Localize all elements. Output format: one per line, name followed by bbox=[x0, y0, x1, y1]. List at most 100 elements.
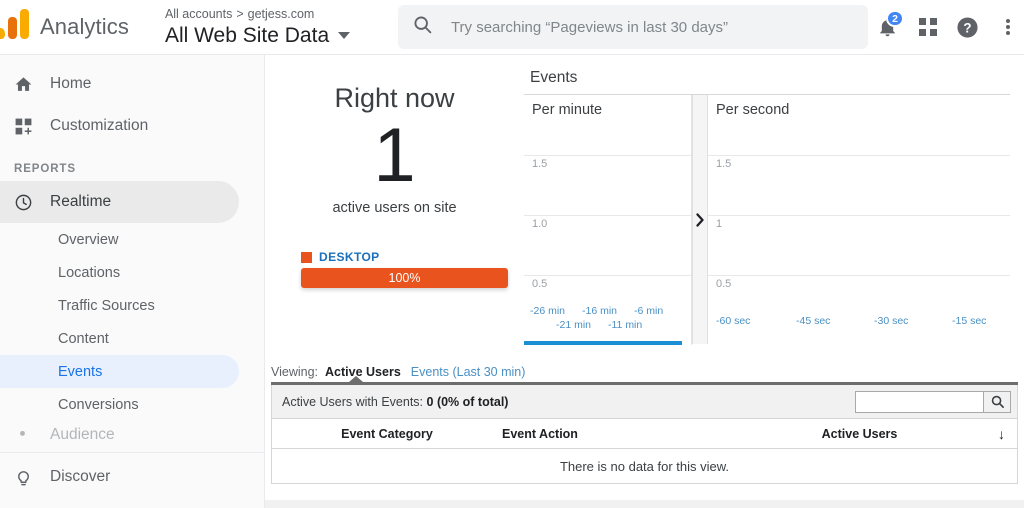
table-header-row: Event Category Event Action Active Users… bbox=[272, 419, 1017, 449]
y-tick-label: 0.5 bbox=[716, 278, 732, 290]
brand-title: Analytics bbox=[40, 14, 129, 39]
tab-events-last-30-min[interactable]: Events (Last 30 min) bbox=[411, 365, 526, 379]
column-header-event-action[interactable]: Event Action bbox=[502, 427, 702, 441]
chart-horizontal-scrollbar[interactable] bbox=[524, 341, 682, 345]
sort-descending-icon[interactable]: ↓ bbox=[998, 426, 1005, 442]
view-name-dropdown[interactable]: All Web Site Data bbox=[165, 23, 380, 49]
sidebar-divider bbox=[0, 452, 264, 453]
account-selector[interactable]: All accounts > getjess.com All Web Site Da… bbox=[165, 6, 380, 49]
help-button[interactable]: ? bbox=[948, 7, 988, 47]
events-table: Active Users with Events: 0 (0% of total… bbox=[271, 385, 1018, 484]
sidebar-item-conversions[interactable]: Conversions bbox=[0, 388, 239, 421]
sidebar-item-customization[interactable]: Customization bbox=[0, 105, 239, 147]
device-share-percent: 100% bbox=[388, 271, 421, 285]
sidebar-item-events[interactable]: Events bbox=[0, 355, 239, 388]
breadcrumb: All accounts > getjess.com bbox=[165, 6, 380, 23]
view-name-label: All Web Site Data bbox=[164, 23, 330, 47]
chevron-right-icon bbox=[696, 212, 704, 227]
table-summary-value: 0 bbox=[426, 394, 434, 409]
search-input[interactable] bbox=[450, 18, 854, 36]
breadcrumb-separator: > bbox=[236, 6, 244, 21]
home-icon bbox=[14, 75, 44, 94]
apps-grid-button[interactable] bbox=[908, 7, 948, 47]
notifications-button[interactable]: 2 bbox=[868, 7, 908, 47]
x-tick-label: -6 min bbox=[634, 305, 664, 317]
search-icon bbox=[412, 14, 433, 40]
breadcrumb-property[interactable]: getjess.com bbox=[248, 7, 315, 21]
apps-grid-icon bbox=[918, 18, 937, 36]
tabs-rule bbox=[271, 376, 1018, 385]
sidebar-item-home[interactable]: Home bbox=[0, 63, 239, 105]
per-second-x-axis: -60 sec -45 sec -30 sec -15 sec bbox=[708, 305, 1010, 339]
events-charts: Per minute 1.5 1.0 0.5 -26 min -21 min -… bbox=[524, 94, 1010, 345]
table-empty-message: There is no data for this view. bbox=[272, 449, 1017, 483]
google-analytics-logo bbox=[0, 9, 34, 45]
sidebar-item-label: Discover bbox=[50, 468, 111, 485]
help-icon: ? bbox=[957, 16, 978, 38]
sidebar-item-traffic-sources[interactable]: Traffic Sources bbox=[0, 289, 239, 322]
sidebar-item-admin[interactable]: Admin bbox=[0, 498, 239, 508]
svg-text:?: ? bbox=[964, 20, 972, 35]
search-icon bbox=[991, 395, 1004, 408]
global-search-box[interactable] bbox=[397, 5, 868, 49]
more-options-button[interactable] bbox=[988, 7, 1024, 47]
x-tick-label: -16 min bbox=[582, 305, 618, 317]
column-header-active-users[interactable]: Active Users ↓ bbox=[702, 426, 1017, 442]
main-content: Right now 1 active users on site DESKTOP… bbox=[265, 55, 1024, 508]
sidebar-item-locations[interactable]: Locations bbox=[0, 256, 239, 289]
per-second-title: Per second bbox=[716, 102, 790, 118]
x-tick-label: -60 sec bbox=[716, 315, 751, 327]
breadcrumb-accounts[interactable]: All accounts bbox=[165, 7, 232, 21]
per-minute-title: Per minute bbox=[532, 102, 603, 118]
active-users-caption: active users on site bbox=[332, 200, 457, 216]
x-tick-label: -26 min bbox=[530, 305, 566, 317]
y-tick-label: 0.5 bbox=[532, 278, 548, 290]
table-search-input[interactable] bbox=[855, 390, 983, 413]
viewing-tabs: Viewing: Active Users Events (Last 30 mi… bbox=[265, 355, 1024, 379]
x-tick-label: -11 min bbox=[608, 319, 643, 331]
sidebar-item-label: Audience bbox=[50, 426, 115, 443]
sidebar-item-content[interactable]: Content bbox=[0, 322, 239, 355]
sidebar-subitem-label: Locations bbox=[58, 264, 121, 281]
sidebar-subitem-label: Conversions bbox=[58, 396, 139, 413]
viewing-label: Viewing: bbox=[271, 365, 319, 379]
sidebar-section-reports: REPORTS bbox=[14, 163, 76, 175]
clock-icon bbox=[14, 193, 44, 212]
active-users-count: 1 bbox=[373, 113, 416, 198]
expand-charts-button[interactable] bbox=[692, 95, 708, 344]
sidebar: Home Customization REPORTS Realtime Over… bbox=[0, 55, 265, 508]
sidebar-item-audience[interactable]: Audience bbox=[0, 421, 239, 449]
header-actions: 2 ? R bbox=[868, 7, 1024, 47]
sidebar-item-label: Customization bbox=[50, 117, 149, 134]
sidebar-subitem-label: Events bbox=[58, 363, 103, 380]
device-legend-label: DESKTOP bbox=[319, 250, 380, 264]
sidebar-subitem-label: Traffic Sources bbox=[58, 297, 155, 314]
footer-strip bbox=[265, 500, 1024, 508]
table-search-button[interactable] bbox=[983, 390, 1011, 413]
y-tick-label: 1.5 bbox=[716, 158, 732, 170]
table-search[interactable] bbox=[855, 390, 1011, 413]
table-summary-note: (0% of total) bbox=[436, 394, 509, 409]
table-summary-bar: Active Users with Events: 0 (0% of total… bbox=[272, 385, 1017, 419]
device-share-bar: 100% bbox=[301, 268, 508, 288]
sidebar-item-realtime[interactable]: Realtime bbox=[0, 181, 239, 223]
notification-badge: 2 bbox=[886, 10, 904, 27]
sidebar-item-discover[interactable]: Discover bbox=[0, 456, 239, 498]
customization-icon bbox=[14, 117, 44, 136]
column-header-event-category[interactable]: Event Category bbox=[272, 427, 502, 441]
right-now-card: Right now 1 active users on site DESKTOP… bbox=[265, 65, 524, 355]
sidebar-subitem-label: Overview bbox=[58, 231, 119, 248]
sidebar-item-overview[interactable]: Overview bbox=[0, 223, 239, 256]
sidebar-item-label: Home bbox=[50, 75, 92, 92]
top-app-bar: Analytics All accounts > getjess.com All W… bbox=[0, 0, 1024, 55]
x-tick-label: -21 min bbox=[556, 319, 592, 331]
events-title: Events bbox=[530, 69, 578, 86]
sidebar-subitem-label: Content bbox=[58, 330, 109, 347]
sidebar-item-label: Realtime bbox=[50, 193, 112, 210]
more-vertical-icon bbox=[1005, 17, 1010, 37]
chevron-down-icon bbox=[338, 32, 351, 39]
audience-icon bbox=[14, 427, 44, 444]
column-header-active-users-label: Active Users bbox=[821, 426, 898, 441]
x-tick-label: -30 sec bbox=[874, 315, 909, 327]
per-minute-x-axis: -26 min -21 min -16 min -11 min -6 min bbox=[524, 305, 691, 339]
